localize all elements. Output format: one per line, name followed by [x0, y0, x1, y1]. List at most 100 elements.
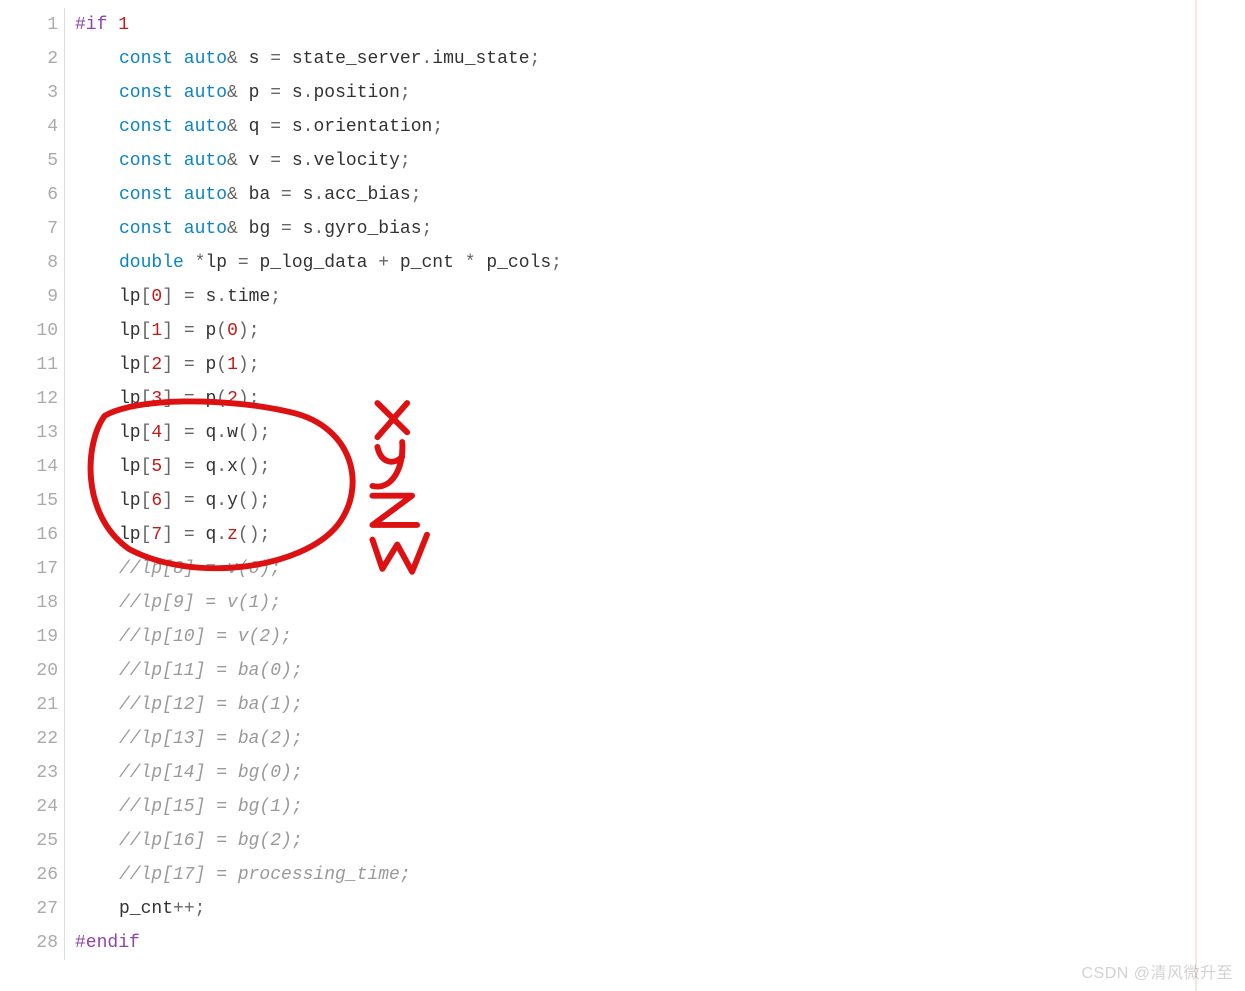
code-line: const auto& v = s.velocity;	[75, 144, 1245, 178]
code-token: 3	[151, 389, 162, 409]
code-line: lp[3] = p(2);	[75, 382, 1245, 416]
line-number: 14	[0, 450, 58, 484]
code-token: y	[227, 491, 238, 511]
code-token: ]	[162, 423, 184, 443]
code-token: 2	[151, 355, 162, 375]
line-number: 25	[0, 824, 58, 858]
code-token: &	[227, 219, 249, 239]
code-token: const auto	[119, 83, 227, 103]
code-token: =	[184, 525, 206, 545]
code-token: s	[292, 83, 303, 103]
line-number: 6	[0, 178, 58, 212]
code-block: 1234567891011121314151617181920212223242…	[0, 0, 1245, 968]
code-token: q	[205, 491, 216, 511]
code-token: imu_state	[432, 49, 529, 69]
line-number: 15	[0, 484, 58, 518]
code-token: time	[227, 287, 270, 307]
code-token: p_log_data	[259, 253, 378, 273]
line-number: 7	[0, 212, 58, 246]
code-token: p_cols	[486, 253, 551, 273]
code-token: *	[465, 253, 487, 273]
code-token: =	[184, 321, 206, 341]
code-token: ]	[162, 355, 184, 375]
code-token: q	[249, 117, 271, 137]
code-token: lp	[205, 253, 237, 273]
code-token: //lp[13] = ba(2);	[119, 729, 303, 749]
code-token: *	[195, 253, 206, 273]
line-number: 4	[0, 110, 58, 144]
code-line: lp[2] = p(1);	[75, 348, 1245, 382]
code-token: //lp[9] = v(1);	[119, 593, 281, 613]
code-token: [	[141, 321, 152, 341]
code-token: s	[303, 219, 314, 239]
code-token: [	[141, 389, 152, 409]
code-token: [	[141, 423, 152, 443]
code-token: &	[227, 117, 249, 137]
code-token: //lp[14] = bg(0);	[119, 763, 303, 783]
code-token: lp	[119, 525, 141, 545]
code-line: #endif	[75, 926, 1245, 960]
code-token: ();	[238, 423, 270, 443]
code-token: =	[184, 287, 206, 307]
code-line: lp[4] = q.w();	[75, 416, 1245, 450]
code-token: z	[227, 525, 238, 545]
code-token: .	[216, 457, 227, 477]
code-line: const auto& ba = s.acc_bias;	[75, 178, 1245, 212]
code-token: [	[141, 287, 152, 307]
line-number: 2	[0, 42, 58, 76]
code-line: //lp[8] = v(0);	[75, 552, 1245, 586]
code-token: ;	[422, 219, 433, 239]
code-line: p_cnt++;	[75, 892, 1245, 926]
code-line: #if 1	[75, 8, 1245, 42]
code-token: 1	[118, 15, 129, 35]
code-token: =	[238, 253, 260, 273]
code-token: position	[313, 83, 399, 103]
code-token: &	[227, 151, 249, 171]
code-token: q	[205, 423, 216, 443]
code-token: .	[421, 49, 432, 69]
code-token: orientation	[313, 117, 432, 137]
code-line: const auto& bg = s.gyro_bias;	[75, 212, 1245, 246]
code-token: 0	[227, 321, 238, 341]
code-token: s	[292, 117, 303, 137]
code-token: #endif	[75, 933, 140, 953]
code-token: //lp[11] = ba(0);	[119, 661, 303, 681]
line-number: 27	[0, 892, 58, 926]
line-number: 13	[0, 416, 58, 450]
code-token: ba	[249, 185, 281, 205]
code-token: s	[303, 185, 314, 205]
line-number: 28	[0, 926, 58, 960]
code-token: s	[292, 151, 303, 171]
code-token: p_cnt	[119, 899, 173, 919]
code-token: lp	[119, 457, 141, 477]
code-line: lp[5] = q.x();	[75, 450, 1245, 484]
code-token: &	[227, 49, 249, 69]
line-number: 22	[0, 722, 58, 756]
code-token: bg	[249, 219, 281, 239]
code-token: 1	[227, 355, 238, 375]
code-token: ;	[400, 83, 411, 103]
line-number: 10	[0, 314, 58, 348]
code-token: .	[216, 287, 227, 307]
code-token: //lp[8] = v(0);	[119, 559, 281, 579]
code-token: =	[270, 49, 292, 69]
code-token: (	[216, 355, 227, 375]
code-token: ]	[162, 321, 184, 341]
code-token: state_server	[292, 49, 422, 69]
code-token: ;	[551, 253, 562, 273]
code-token: [	[141, 457, 152, 477]
code-line: lp[0] = s.time;	[75, 280, 1245, 314]
line-number: 16	[0, 518, 58, 552]
code-token: .	[216, 423, 227, 443]
code-line: //lp[17] = processing_time;	[75, 858, 1245, 892]
code-line: lp[6] = q.y();	[75, 484, 1245, 518]
code-line: //lp[12] = ba(1);	[75, 688, 1245, 722]
line-number: 21	[0, 688, 58, 722]
line-number-gutter: 1234567891011121314151617181920212223242…	[0, 8, 64, 960]
code-token: ();	[238, 457, 270, 477]
code-token: x	[227, 457, 238, 477]
line-number: 8	[0, 246, 58, 280]
line-number: 23	[0, 756, 58, 790]
code-token: );	[238, 321, 260, 341]
code-token: ]	[162, 287, 184, 307]
